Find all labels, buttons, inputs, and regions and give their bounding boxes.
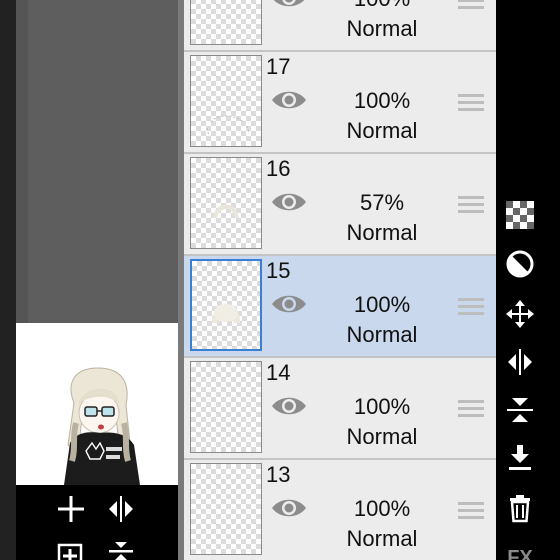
drag-handle-icon[interactable] bbox=[458, 502, 484, 520]
merge-down-icon bbox=[509, 445, 531, 470]
layer-blend-mode[interactable]: Normal bbox=[322, 118, 442, 144]
layer-blend-mode[interactable]: Normal bbox=[322, 322, 442, 348]
merge-button[interactable] bbox=[101, 533, 141, 560]
layer-thumbnail-art bbox=[213, 204, 239, 218]
workspace-scroll-strip bbox=[16, 0, 28, 323]
clipping-button[interactable] bbox=[496, 244, 544, 284]
checkerboard-icon bbox=[506, 201, 534, 229]
drag-handle-icon[interactable] bbox=[458, 298, 484, 316]
drag-handle-icon[interactable] bbox=[458, 400, 484, 418]
drag-handle-icon[interactable] bbox=[458, 196, 484, 214]
layer-row-selected[interactable]: 15 100% Normal bbox=[184, 256, 496, 358]
left-edge bbox=[0, 0, 16, 560]
move-icon bbox=[506, 300, 534, 328]
add-layer-button[interactable] bbox=[51, 533, 91, 560]
eye-icon[interactable] bbox=[270, 0, 308, 10]
layer-blend-mode[interactable]: Normal bbox=[322, 424, 442, 450]
trash-icon bbox=[510, 495, 530, 523]
layer-number: 13 bbox=[266, 462, 291, 487]
layer-thumbnail[interactable] bbox=[190, 0, 262, 45]
flip-horizontal-button[interactable] bbox=[496, 342, 544, 382]
flip-horizontal-icon bbox=[508, 349, 532, 375]
layer-thumbnail-art bbox=[206, 115, 250, 137]
layer-thumbnail[interactable] bbox=[190, 157, 262, 249]
layer-blend-mode[interactable]: Normal bbox=[322, 16, 442, 42]
drag-handle-icon[interactable] bbox=[458, 94, 484, 112]
layer-number: 14 bbox=[266, 360, 291, 385]
fx-label: FX bbox=[507, 546, 533, 560]
layer-number: 15 bbox=[266, 258, 291, 283]
add-layer-icon bbox=[57, 543, 83, 560]
layer-row[interactable]: 14 100% Normal bbox=[184, 358, 496, 460]
layer-row[interactable]: 100% Normal bbox=[184, 0, 496, 52]
add-button[interactable] bbox=[51, 489, 91, 529]
layer-tools-toolbar: FX bbox=[496, 0, 560, 560]
eye-icon[interactable] bbox=[270, 88, 308, 112]
layer-number: 16 bbox=[266, 156, 291, 181]
eye-icon[interactable] bbox=[270, 190, 308, 214]
layer-opacity[interactable]: 100% bbox=[322, 394, 442, 420]
fx-button[interactable]: FX bbox=[496, 538, 544, 560]
transparency-button[interactable] bbox=[496, 195, 544, 235]
eye-icon[interactable] bbox=[270, 496, 308, 520]
merge-down-button[interactable] bbox=[496, 438, 544, 478]
layer-row[interactable]: 16 57% Normal bbox=[184, 154, 496, 256]
layer-opacity[interactable]: 100% bbox=[322, 88, 442, 114]
layer-number: 17 bbox=[266, 54, 291, 79]
eye-icon[interactable] bbox=[270, 394, 308, 418]
layer-opacity[interactable]: 100% bbox=[322, 0, 442, 12]
layer-row[interactable]: 13 100% Normal bbox=[184, 460, 496, 560]
merge-down-icon bbox=[109, 542, 133, 560]
flip-button[interactable] bbox=[101, 489, 141, 529]
plus-icon bbox=[58, 496, 84, 522]
layer-thumbnail[interactable] bbox=[190, 361, 262, 453]
layer-thumbnail-art bbox=[211, 304, 241, 323]
layer-list[interactable]: 100% Normal 17 100% Normal 16 bbox=[184, 0, 496, 560]
delete-layer-button[interactable] bbox=[496, 488, 544, 528]
layer-thumbnail[interactable] bbox=[190, 259, 262, 351]
character-drawing bbox=[64, 367, 140, 485]
layer-blend-mode[interactable]: Normal bbox=[322, 220, 442, 246]
layer-thumbnail[interactable] bbox=[190, 463, 262, 555]
layer-opacity[interactable]: 57% bbox=[322, 190, 442, 216]
canvas-preview[interactable] bbox=[16, 323, 178, 485]
eye-icon[interactable] bbox=[270, 292, 308, 316]
flip-vertical-icon bbox=[507, 398, 533, 422]
layer-opacity[interactable]: 100% bbox=[322, 496, 442, 522]
layer-row[interactable]: 17 100% Normal bbox=[184, 52, 496, 154]
layer-opacity[interactable]: 100% bbox=[322, 292, 442, 318]
clipping-icon bbox=[506, 250, 534, 278]
canvas-toolbar bbox=[16, 485, 178, 560]
move-button[interactable] bbox=[496, 294, 544, 334]
layer-blend-mode[interactable]: Normal bbox=[322, 526, 442, 552]
canvas-workspace[interactable] bbox=[16, 0, 178, 323]
drag-handle-icon[interactable] bbox=[458, 0, 484, 10]
flip-horizontal-icon bbox=[109, 496, 133, 522]
layer-thumbnail[interactable] bbox=[190, 55, 262, 147]
flip-vertical-button[interactable] bbox=[496, 390, 544, 430]
